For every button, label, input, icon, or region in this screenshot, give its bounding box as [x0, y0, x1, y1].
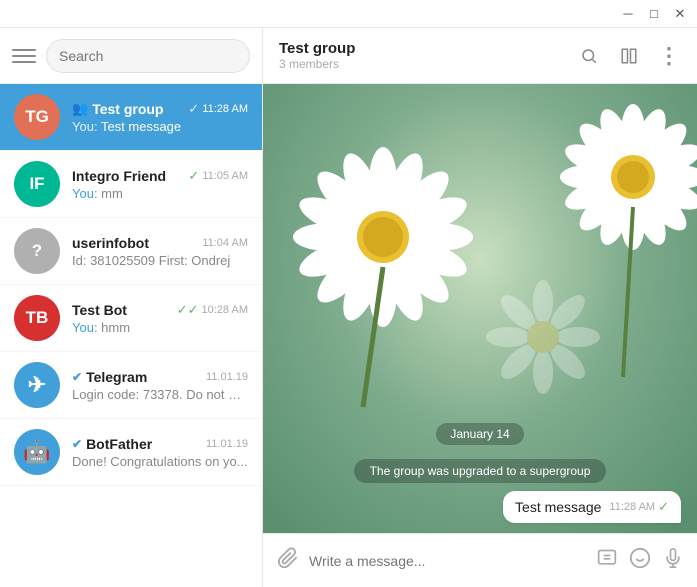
chat-item-integro-friend[interactable]: IF Integro Friend ✓11:05 AM You: mm — [0, 151, 262, 218]
chat-preview-userinfobot: Id: 381025509 First: Ondrej — [72, 253, 248, 268]
chat-top-integro-friend: Integro Friend ✓11:05 AM — [72, 168, 248, 184]
avatar-userinfobot: ? — [14, 228, 60, 274]
chat-info-botfather: ✔BotFather 11.01.19 Done! Congratulation… — [72, 436, 248, 469]
chat-time-telegram: 11.01.19 — [206, 371, 248, 383]
chat-top-test-group: 👥Test group ✓11:28 AM — [72, 101, 248, 117]
avatar-integro-friend: IF — [14, 161, 60, 207]
chat-time-test-group: ✓11:28 AM — [188, 101, 248, 117]
attach-icon[interactable] — [277, 547, 299, 575]
verified-icon: ✔ — [72, 370, 82, 384]
message-time: 11:28 AM — [609, 501, 655, 513]
left-panel: TG 👥Test group ✓11:28 AM You: Test messa… — [0, 28, 263, 587]
close-button[interactable]: ✕ — [667, 1, 693, 27]
system-message: The group was upgraded to a supergroup — [354, 459, 607, 483]
chat-header: Test group 3 members ⋮ — [263, 28, 697, 84]
chat-info-integro-friend: Integro Friend ✓11:05 AM You: mm — [72, 168, 248, 201]
search-wrap — [46, 39, 250, 73]
chat-item-telegram[interactable]: ✈ ✔Telegram 11.01.19 Login code: 73378. … — [0, 352, 262, 419]
chat-name-integro-friend: Integro Friend — [72, 168, 166, 184]
chat-top-userinfobot: userinfobot 11:04 AM — [72, 235, 248, 251]
chat-name-test-bot: Test Bot — [72, 302, 127, 318]
avatar-test-group: TG — [14, 94, 60, 140]
chat-name-botfather: ✔BotFather — [72, 436, 152, 452]
chat-item-botfather[interactable]: 🤖 ✔BotFather 11.01.19 Done! Congratulati… — [0, 419, 262, 486]
verified-icon: ✔ — [72, 437, 82, 451]
menu-button[interactable] — [12, 44, 36, 68]
columns-icon[interactable] — [617, 44, 641, 68]
chat-header-info: Test group 3 members — [279, 40, 567, 71]
chat-top-telegram: ✔Telegram 11.01.19 — [72, 369, 248, 385]
chat-name-test-group: 👥Test group — [72, 101, 163, 117]
chat-preview-telegram: Login code: 73378. Do not giv... — [72, 387, 248, 402]
chat-preview-botfather: Done! Congratulations on yo... — [72, 454, 248, 469]
message-check-icon: ✓ — [658, 499, 669, 515]
message-bubble: Test message 11:28 AM ✓ — [503, 491, 681, 523]
search-input[interactable] — [46, 39, 250, 73]
app-body: TG 👥Test group ✓11:28 AM You: Test messa… — [0, 28, 697, 587]
left-header — [0, 28, 262, 84]
message-text: Test message — [515, 499, 601, 515]
avatar-botfather: 🤖 — [14, 429, 60, 475]
chat-name-telegram: ✔Telegram — [72, 369, 147, 385]
minimize-button[interactable]: ─ — [615, 1, 641, 27]
chat-name-userinfobot: userinfobot — [72, 235, 149, 251]
emoji-icon[interactable] — [629, 547, 651, 575]
chat-header-name: Test group — [279, 40, 567, 57]
chat-info-userinfobot: userinfobot 11:04 AM Id: 381025509 First… — [72, 235, 248, 268]
chat-background: January 14 The group was upgraded to a s… — [263, 84, 697, 533]
preview-sender: You: — [72, 119, 98, 134]
chat-time-integro-friend: ✓11:05 AM — [188, 168, 248, 184]
chat-preview-test-bot: You: hmm — [72, 320, 248, 335]
chat-preview-test-group: You: Test message — [72, 119, 248, 134]
group-icon: 👥 — [72, 101, 88, 117]
avatar-test-bot: TB — [14, 295, 60, 341]
header-icons: ⋮ — [577, 44, 681, 68]
chat-info-test-group: 👥Test group ✓11:28 AM You: Test message — [72, 101, 248, 134]
chat-time-test-bot: ✓✓10:28 AM — [177, 302, 248, 318]
right-panel: Test group 3 members ⋮ — [263, 28, 697, 587]
input-right-icons — [597, 547, 683, 575]
message-meta: 11:28 AM ✓ — [609, 499, 669, 515]
message-input[interactable] — [309, 553, 587, 569]
check-icon: ✓ — [188, 101, 199, 117]
chat-item-test-group[interactable]: TG 👥Test group ✓11:28 AM You: Test messa… — [0, 84, 262, 151]
search-icon-header[interactable] — [577, 44, 601, 68]
chat-input-bar — [263, 533, 697, 587]
double-check-icon: ✓✓ — [177, 302, 199, 318]
avatar-telegram: ✈ — [14, 362, 60, 408]
mic-icon[interactable] — [663, 547, 683, 575]
chat-info-test-bot: Test Bot ✓✓10:28 AM You: hmm — [72, 302, 248, 335]
date-badge: January 14 — [436, 423, 523, 445]
chat-messages: January 14 The group was upgraded to a s… — [263, 407, 697, 533]
chat-top-test-bot: Test Bot ✓✓10:28 AM — [72, 302, 248, 318]
chat-time-botfather: 11.01.19 — [206, 438, 248, 450]
chat-preview-integro-friend: You: mm — [72, 186, 248, 201]
chat-item-test-bot[interactable]: TB Test Bot ✓✓10:28 AM You: hmm — [0, 285, 262, 352]
chat-info-telegram: ✔Telegram 11.01.19 Login code: 73378. Do… — [72, 369, 248, 402]
chat-item-userinfobot[interactable]: ? userinfobot 11:04 AM Id: 381025509 Fir… — [0, 218, 262, 285]
chat-list: TG 👥Test group ✓11:28 AM You: Test messa… — [0, 84, 262, 587]
check-icon: ✓ — [188, 168, 199, 184]
more-options-icon[interactable]: ⋮ — [657, 44, 681, 68]
chat-top-botfather: ✔BotFather 11.01.19 — [72, 436, 248, 452]
preview-sender: You: — [72, 320, 98, 335]
chat-header-sub: 3 members — [279, 57, 567, 71]
chat-time-userinfobot: 11:04 AM — [202, 237, 248, 249]
preview-sender: You: — [72, 186, 98, 201]
maximize-button[interactable]: □ — [641, 1, 667, 27]
titlebar: ─ □ ✕ — [0, 0, 697, 28]
commands-icon[interactable] — [597, 548, 617, 574]
